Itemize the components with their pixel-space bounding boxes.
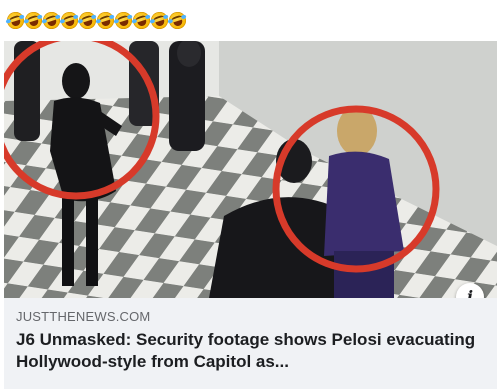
facebook-post: i JUSTTHENEWS.COM J6 Unmasked: Security … xyxy=(0,0,500,389)
link-domain: JUSTTHENEWS.COM xyxy=(16,309,151,324)
link-preview-image[interactable] xyxy=(4,41,497,298)
post-caption-emojis xyxy=(4,9,189,31)
rolling-laughing-emoji-icon xyxy=(166,9,189,31)
security-footage-image xyxy=(4,41,497,298)
link-headline[interactable]: J6 Unmasked: Security footage shows Pelo… xyxy=(16,329,486,373)
link-preview-details[interactable]: JUSTTHENEWS.COM J6 Unmasked: Security fo… xyxy=(4,298,497,389)
